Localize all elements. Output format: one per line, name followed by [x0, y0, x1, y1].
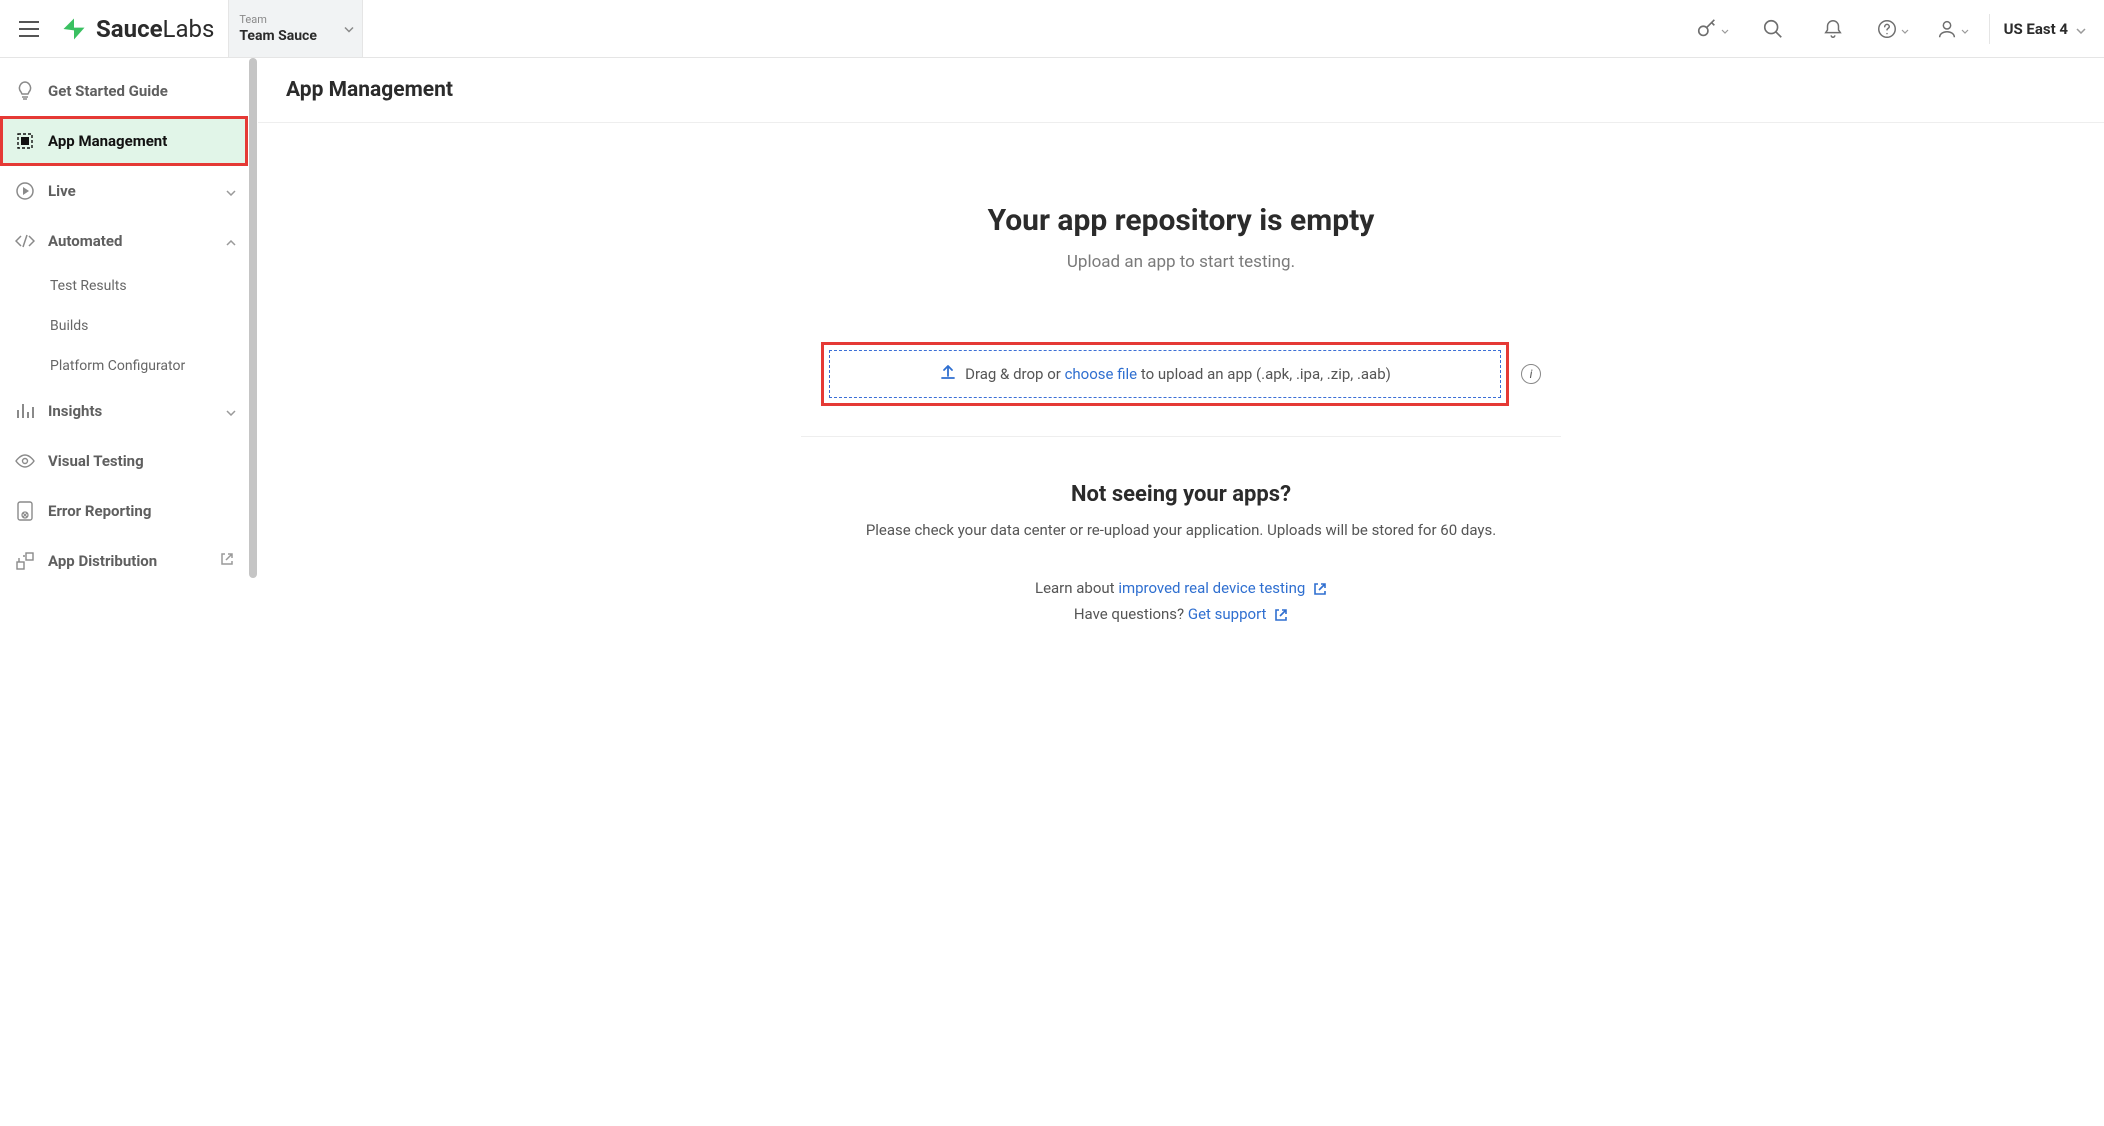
dropzone-text: Drag & drop or choose file to upload an … — [965, 365, 1391, 383]
distribution-icon — [14, 550, 36, 572]
info-button[interactable]: i — [1521, 364, 1541, 384]
header-actions: US East 4 — [1683, 0, 2104, 57]
bell-icon — [1822, 18, 1844, 40]
external-link-icon — [1274, 608, 1288, 622]
divider — [1989, 14, 1990, 44]
chevron-down-icon — [1901, 19, 1909, 38]
sidebar-item-label: App Management — [48, 132, 167, 150]
brand-logo[interactable]: SauceLabs — [58, 0, 228, 57]
hamburger-icon — [19, 21, 39, 37]
team-selector[interactable]: Team Team Sauce — [228, 0, 363, 57]
hamburger-menu-button[interactable] — [0, 0, 58, 57]
search-button[interactable] — [1743, 18, 1803, 40]
help-button[interactable] — [1863, 18, 1923, 40]
api-keys-button[interactable] — [1683, 18, 1743, 40]
sidebar-item-app-distribution[interactable]: App Distribution — [0, 536, 248, 586]
sidebar-item-insights[interactable]: Insights — [0, 386, 248, 436]
page-title: App Management — [258, 58, 2104, 123]
learn-about-line: Learn about improved real device testing — [1035, 579, 1327, 597]
sidebar-item-live[interactable]: Live — [0, 166, 248, 216]
info-icon: i — [1530, 367, 1533, 381]
team-name: Team Sauce — [239, 28, 352, 44]
sidebar-subitem-label: Platform Configurator — [50, 358, 185, 374]
chevron-down-icon — [226, 402, 236, 420]
sidebar-item-app-management[interactable]: App Management — [0, 116, 248, 166]
app-icon — [14, 130, 36, 152]
divider — [801, 436, 1561, 437]
play-icon — [14, 180, 36, 202]
bar-chart-icon — [14, 400, 36, 422]
highlight-annotation: Drag & drop or choose file to upload an … — [821, 342, 1509, 406]
get-support-link[interactable]: Get support — [1188, 605, 1267, 623]
chevron-down-icon — [226, 182, 236, 200]
sidebar-item-label: Automated — [48, 232, 122, 250]
sidebar-scrollbar[interactable] — [248, 58, 258, 845]
help-icon — [1876, 18, 1898, 40]
upload-dropzone[interactable]: Drag & drop or choose file to upload an … — [829, 350, 1501, 398]
sidebar-item-label: Insights — [48, 402, 102, 420]
upload-icon — [939, 363, 957, 385]
sidebar-subitem-builds[interactable]: Builds — [0, 306, 248, 346]
not-seeing-apps-subtitle: Please check your data center or re-uplo… — [866, 521, 1496, 539]
chevron-down-icon — [1721, 19, 1729, 38]
user-icon — [1936, 18, 1958, 40]
sidebar-item-label: Visual Testing — [48, 452, 144, 470]
empty-state-subtitle: Upload an app to start testing. — [1067, 252, 1295, 272]
chevron-up-icon — [226, 232, 236, 250]
sidebar-item-get-started[interactable]: Get Started Guide — [0, 66, 248, 116]
sidebar-item-automated[interactable]: Automated — [0, 216, 248, 266]
external-link-icon — [220, 552, 234, 570]
sidebar-item-visual-testing[interactable]: Visual Testing — [0, 436, 248, 486]
error-icon — [14, 500, 36, 522]
scrollbar-thumb[interactable] — [249, 58, 257, 578]
sidebar: Get Started Guide App Management Live Au… — [0, 58, 248, 845]
notifications-button[interactable] — [1803, 18, 1863, 40]
improved-testing-link[interactable]: improved real device testing — [1118, 579, 1305, 597]
region-label: US East 4 — [2004, 20, 2068, 38]
sidebar-subitem-label: Test Results — [50, 278, 127, 294]
chevron-down-icon — [1961, 19, 1969, 38]
sauce-logo-icon — [60, 15, 88, 43]
chevron-down-icon — [2076, 20, 2086, 38]
search-icon — [1762, 18, 1784, 40]
external-link-icon — [1313, 582, 1327, 596]
region-selector[interactable]: US East 4 — [1996, 20, 2094, 38]
chevron-down-icon — [344, 22, 354, 35]
team-label: Team — [239, 13, 352, 26]
sidebar-subitem-platform-configurator[interactable]: Platform Configurator — [0, 346, 248, 386]
sidebar-item-error-reporting[interactable]: Error Reporting — [0, 486, 248, 536]
brand-text: SauceLabs — [96, 15, 214, 43]
sidebar-item-label: Live — [48, 182, 76, 200]
choose-file-link[interactable]: choose file — [1065, 365, 1138, 383]
sidebar-item-label: Get Started Guide — [48, 82, 168, 100]
key-icon — [1696, 18, 1718, 40]
sidebar-subitem-label: Builds — [50, 318, 88, 334]
code-icon — [14, 230, 36, 252]
not-seeing-apps-title: Not seeing your apps? — [1071, 482, 1291, 507]
header: SauceLabs Team Team Sauce — [0, 0, 2104, 58]
eye-icon — [14, 450, 36, 472]
sidebar-item-label: Error Reporting — [48, 502, 151, 520]
empty-state-title: Your app repository is empty — [988, 203, 1375, 238]
main-content: App Management Your app repository is em… — [258, 58, 2104, 845]
sidebar-item-label: App Distribution — [48, 552, 157, 570]
support-line: Have questions? Get support — [1074, 605, 1288, 623]
lightbulb-icon — [14, 80, 36, 102]
account-button[interactable] — [1923, 18, 1983, 40]
sidebar-subitem-test-results[interactable]: Test Results — [0, 266, 248, 306]
